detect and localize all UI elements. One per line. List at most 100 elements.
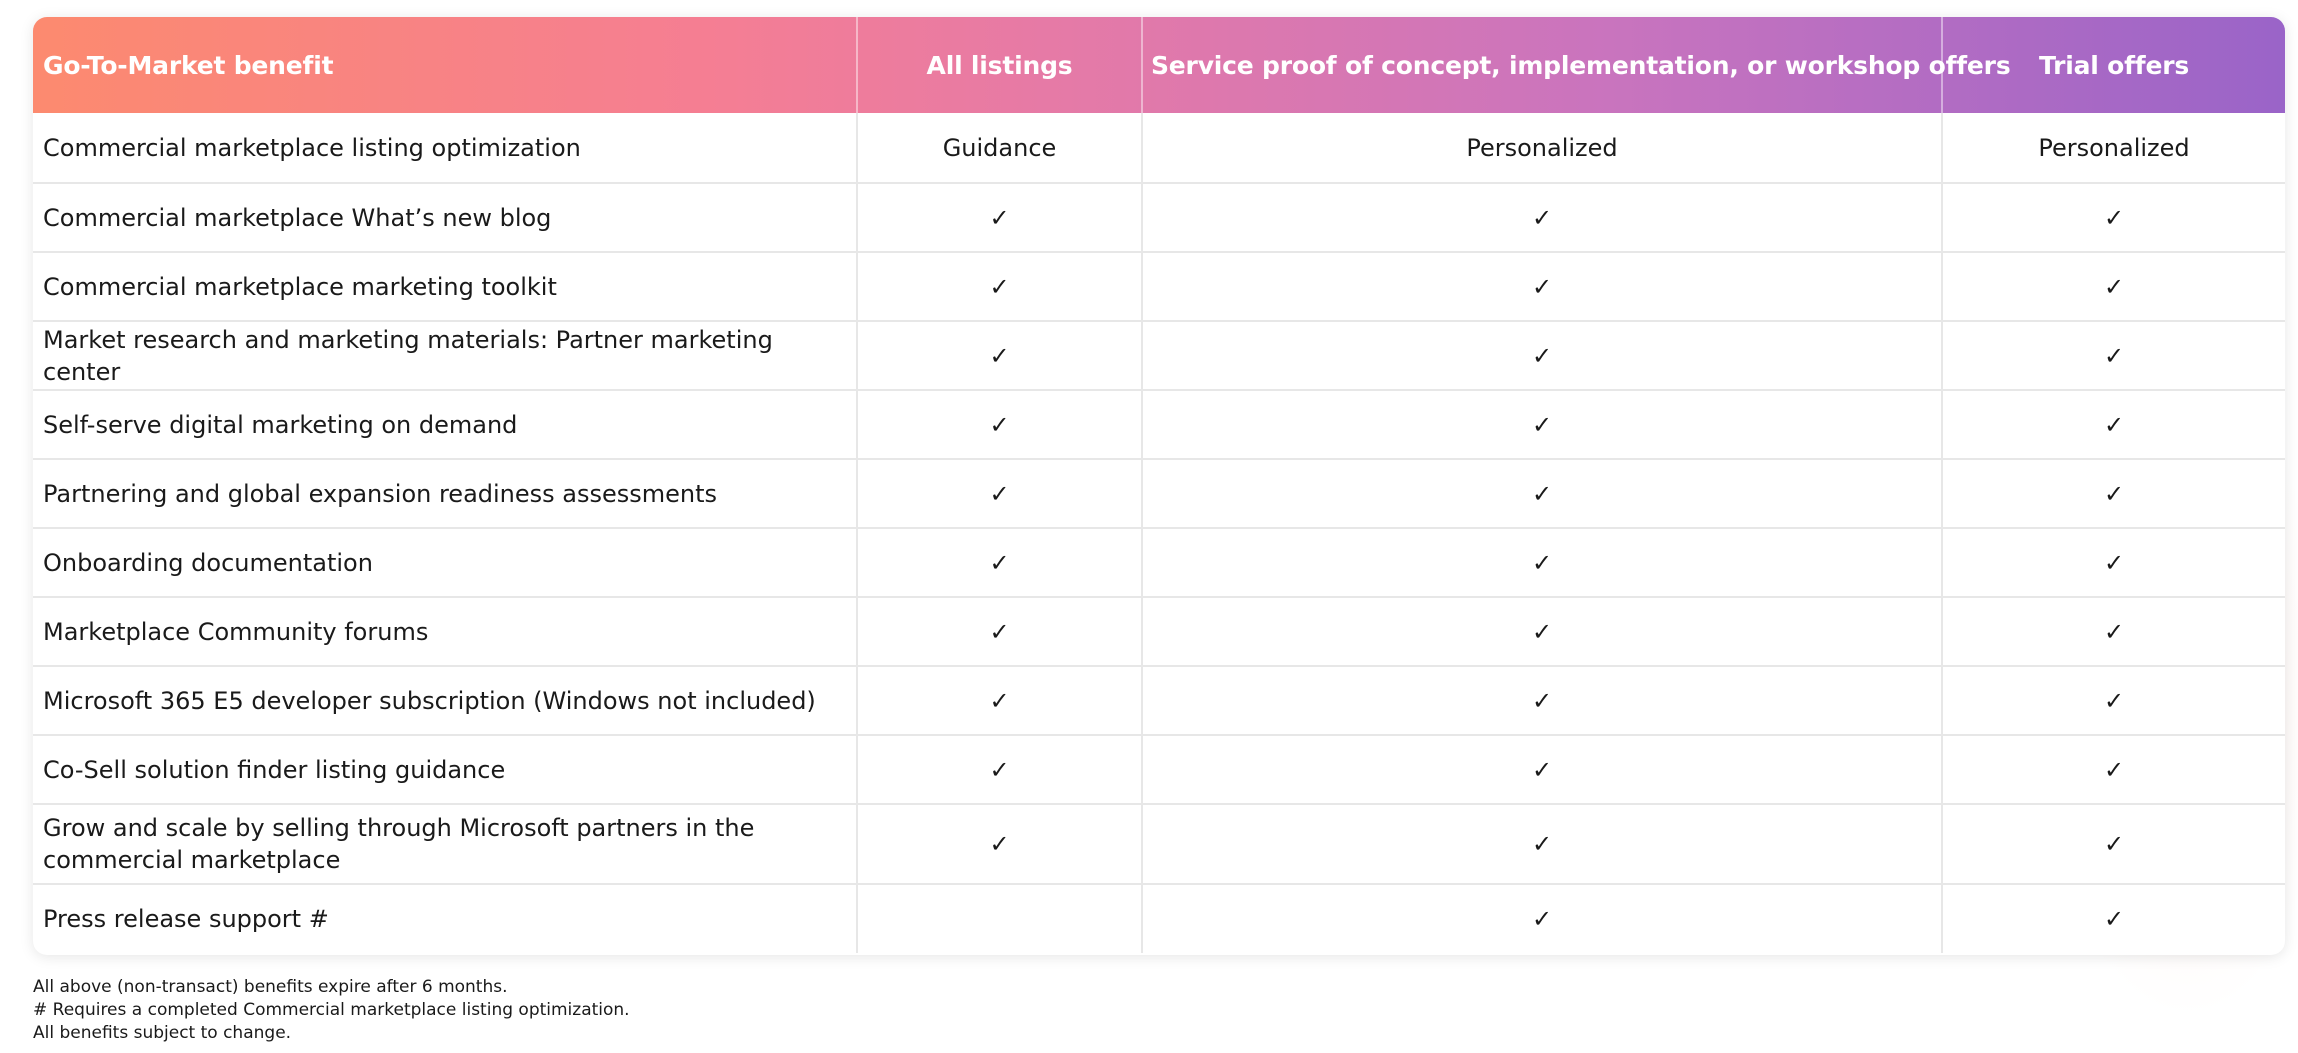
table-header-row: Go-To-Market benefit All listings Servic… <box>33 17 2285 113</box>
all-listings-cell: ✓ <box>856 528 1142 597</box>
table-row: Commercial marketplace listing optimizat… <box>33 113 2285 183</box>
service-offers-cell: ✓ <box>1141 666 1942 735</box>
checkmark-icon: ✓ <box>989 686 1010 715</box>
trial-offers-cell: ✓ <box>1941 321 2285 390</box>
benefit-name: Commercial marketplace listing optimizat… <box>43 133 581 162</box>
checkmark-icon: ✓ <box>1531 830 1553 858</box>
service-offers-cell: ✓ <box>1141 321 1942 390</box>
checkmark-icon: ✓ <box>2103 341 2125 370</box>
checkmark-icon: ✓ <box>1531 272 1553 301</box>
trial-offers-cell: ✓ <box>1941 528 2285 597</box>
footnote-subject-to-change: All benefits subject to change. <box>33 1023 292 1043</box>
benefit-name: Marketplace Community forums <box>43 617 429 646</box>
benefit-name: Grow and scale by selling through Micros… <box>43 814 755 874</box>
table-row: Commercial marketplace What’s new blog ✓… <box>33 183 2285 252</box>
benefit-name: Self-serve digital marketing on demand <box>43 410 518 439</box>
checkmark-icon: ✓ <box>1531 617 1553 646</box>
trial-offers-cell: Personalized <box>1941 113 2285 183</box>
footnotes: All above (non-transact) benefits expire… <box>33 976 630 1045</box>
service-offers-cell: ✓ <box>1141 597 1942 666</box>
table-row: Onboarding documentation ✓ ✓ ✓ <box>33 528 2285 597</box>
table-row: Commercial marketplace marketing toolkit… <box>33 252 2285 321</box>
all-listings-cell: ✓ <box>856 666 1142 735</box>
benefit-name: Commercial marketplace marketing toolkit <box>43 272 557 301</box>
table-row: Marketplace Community forums ✓ ✓ ✓ <box>33 597 2285 666</box>
service-offers-cell: ✓ <box>1141 459 1942 528</box>
checkmark-icon: ✓ <box>2103 755 2125 784</box>
service-offers-cell: ✓ <box>1141 390 1942 459</box>
header-benefit: Go-To-Market benefit <box>43 50 334 80</box>
checkmark-icon: ✓ <box>989 410 1010 439</box>
trial-offers-cell: ✓ <box>1941 252 2285 321</box>
checkmark-icon: ✓ <box>1531 341 1553 370</box>
checkmark-icon: ✓ <box>2103 830 2125 858</box>
table-row: Co-Sell solution finder listing guidance… <box>33 735 2285 804</box>
checkmark-icon: ✓ <box>989 548 1010 577</box>
checkmark-icon: ✓ <box>1531 479 1553 508</box>
service-offers-cell: ✓ <box>1141 735 1942 804</box>
all-listings-cell: ✓ <box>856 183 1142 252</box>
checkmark-icon: ✓ <box>2103 686 2125 715</box>
checkmark-icon: ✓ <box>1531 548 1553 577</box>
benefits-table-card: Go-To-Market benefit All listings Servic… <box>33 17 2285 955</box>
checkmark-icon: ✓ <box>1531 686 1553 715</box>
all-listings-cell: Guidance <box>856 113 1142 183</box>
benefit-name: Partnering and global expansion readines… <box>43 479 718 508</box>
all-listings-cell: ✓ <box>856 321 1142 390</box>
all-listings-cell: ✓ <box>856 390 1142 459</box>
service-offers-cell: ✓ <box>1141 252 1942 321</box>
table-row: Market research and marketing materials:… <box>33 321 2285 390</box>
service-offers-cell: ✓ <box>1141 804 1942 884</box>
benefit-name: Press release support # <box>43 905 329 933</box>
benefit-name: Microsoft 365 E5 developer subscription … <box>43 686 816 715</box>
benefit-name: Onboarding documentation <box>43 548 373 577</box>
all-listings-cell: ✓ <box>856 459 1142 528</box>
trial-offers-cell: ✓ <box>1941 390 2285 459</box>
table-row: Grow and scale by selling through Micros… <box>33 804 2285 884</box>
trial-offers-cell: ✓ <box>1941 735 2285 804</box>
table-row: Press release support # ✓ ✓ <box>33 884 2285 953</box>
trial-offers-cell: ✓ <box>1941 597 2285 666</box>
checkmark-icon: ✓ <box>989 617 1010 646</box>
checkmark-icon: ✓ <box>2103 479 2125 508</box>
checkmark-icon: ✓ <box>989 272 1010 301</box>
table-row: Microsoft 365 E5 developer subscription … <box>33 666 2285 735</box>
checkmark-icon: ✓ <box>1531 905 1553 933</box>
service-offers-cell: ✓ <box>1141 884 1942 953</box>
trial-offers-cell: ✓ <box>1941 666 2285 735</box>
trial-offers-cell: ✓ <box>1941 183 2285 252</box>
trial-offers-cell: ✓ <box>1941 804 2285 884</box>
all-listings-cell: ✓ <box>856 597 1142 666</box>
service-offers-cell: Personalized <box>1141 113 1942 183</box>
all-listings-cell: ✓ <box>856 252 1142 321</box>
service-offers-cell: ✓ <box>1141 528 1942 597</box>
table-row: Partnering and global expansion readines… <box>33 459 2285 528</box>
footnote-expiry: All above (non-transact) benefits expire… <box>33 977 508 997</box>
checkmark-icon: ✓ <box>2103 203 2125 232</box>
footnote-requirement: # Requires a completed Commercial market… <box>33 1000 630 1020</box>
benefit-name: Commercial marketplace What’s new blog <box>43 203 552 232</box>
trial-offers-cell: ✓ <box>1941 459 2285 528</box>
header-all-listings: All listings <box>856 17 1142 113</box>
all-listings-cell <box>856 884 1142 953</box>
checkmark-icon: ✓ <box>2103 548 2125 577</box>
checkmark-icon: ✓ <box>2103 905 2125 933</box>
checkmark-icon: ✓ <box>989 479 1010 508</box>
checkmark-icon: ✓ <box>989 341 1010 370</box>
checkmark-icon: ✓ <box>1531 410 1553 439</box>
benefits-table: Go-To-Market benefit All listings Servic… <box>33 17 2285 953</box>
checkmark-icon: ✓ <box>989 755 1010 784</box>
checkmark-icon: ✓ <box>1531 203 1553 232</box>
benefit-name: Co-Sell solution finder listing guidance <box>43 755 506 784</box>
checkmark-icon: ✓ <box>2103 410 2125 439</box>
header-service-offers: Service proof of concept, implementation… <box>1141 17 2011 113</box>
all-listings-cell: ✓ <box>856 804 1142 884</box>
all-listings-cell: ✓ <box>856 735 1142 804</box>
checkmark-icon: ✓ <box>989 830 1010 858</box>
benefit-name: Market research and marketing materials:… <box>43 325 773 386</box>
checkmark-icon: ✓ <box>1531 755 1553 784</box>
table-row: Self-serve digital marketing on demand ✓… <box>33 390 2285 459</box>
checkmark-icon: ✓ <box>2103 617 2125 646</box>
checkmark-icon: ✓ <box>2103 272 2125 301</box>
trial-offers-cell: ✓ <box>1941 884 2285 953</box>
